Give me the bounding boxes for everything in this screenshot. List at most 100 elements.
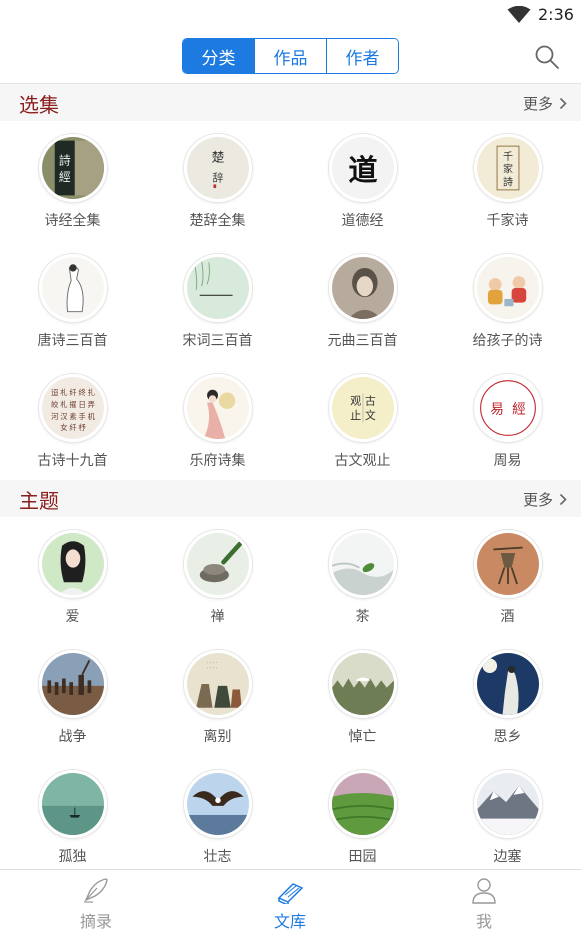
- svg-text:文: 文: [365, 408, 376, 422]
- nav-library[interactable]: 文库: [225, 870, 355, 930]
- svg-text:女: 女: [60, 423, 67, 432]
- svg-text:迢: 迢: [51, 388, 59, 397]
- svg-text:弄: 弄: [88, 400, 95, 409]
- more-link-anthologies[interactable]: 更多: [523, 93, 567, 114]
- grid-item-label: 孤独: [58, 849, 87, 865]
- lady-painting-icon: [184, 374, 252, 442]
- mourning-cranes-icon: [329, 650, 397, 718]
- tang-poet-painting-icon: [39, 254, 107, 322]
- grid-item-label: 悼亡: [348, 729, 377, 745]
- svg-text:观: 观: [350, 394, 361, 407]
- section-title: 选集: [19, 93, 59, 117]
- svg-text:經: 經: [512, 401, 526, 417]
- svg-text:道: 道: [348, 153, 377, 187]
- svg-text:辞: 辞: [213, 171, 224, 185]
- grid-item-label: 道德经: [341, 213, 384, 229]
- frontier-snow-icon: [474, 770, 542, 838]
- chuci-cover-icon: 楚辞: [184, 134, 252, 202]
- svg-text:皎: 皎: [51, 400, 58, 409]
- svg-text:經: 經: [59, 170, 71, 184]
- svg-text:扎: 扎: [88, 388, 95, 397]
- grid-item-label: 给孩子的诗: [472, 333, 543, 349]
- love-portrait-icon: [39, 530, 107, 598]
- grid-item-label: 唐诗三百首: [37, 333, 108, 349]
- section-header-themes: 主题 更多: [0, 480, 581, 517]
- qianjiashi-cover-icon: 千家詩: [474, 134, 542, 202]
- wine-vessel-icon: [474, 530, 542, 598]
- wifi-icon: [507, 6, 531, 23]
- fields-landscape-icon: [329, 770, 397, 838]
- quill-pen-icon: [84, 878, 108, 903]
- bottom-navigation: 摘录 文库 我: [0, 869, 581, 930]
- tab-category[interactable]: 分类: [183, 39, 255, 73]
- section-title: 主题: [19, 489, 59, 513]
- svg-text:· · · ·: · · · ·: [207, 666, 217, 671]
- svg-text:詩: 詩: [59, 153, 71, 167]
- zen-stone-brush-icon: [184, 530, 252, 598]
- tea-leaf-mist-icon: [329, 530, 397, 598]
- grid-item-label: 千家诗: [486, 213, 529, 229]
- more-label: 更多: [522, 95, 553, 113]
- status-bar: 2:36: [0, 0, 581, 32]
- svg-text:终: 终: [78, 388, 86, 397]
- grid-item-label: 楚辞全集: [189, 213, 246, 229]
- lonely-boat-icon: [39, 770, 107, 838]
- svg-text:古: 古: [365, 394, 376, 407]
- grid-item-label: 茶: [355, 609, 370, 625]
- guwen-cover-icon: 古文观止: [329, 374, 397, 442]
- svg-text:日: 日: [78, 400, 85, 409]
- daodejing-cover-icon: 道: [329, 134, 397, 202]
- nav-label: 摘录: [79, 912, 112, 930]
- svg-text:家: 家: [503, 163, 513, 176]
- status-time: 2:36: [538, 5, 574, 24]
- more-link-themes[interactable]: 更多: [523, 489, 567, 510]
- top-header: 分类 作品 作者: [0, 32, 581, 84]
- library-books-icon: [277, 883, 304, 904]
- grid-item-label: 乐府诗集: [189, 453, 246, 469]
- chevron-right-icon: [559, 97, 567, 110]
- grid-item-label: 战争: [58, 729, 87, 745]
- opera-figure-painting-icon: [329, 254, 397, 322]
- calligraphy-scroll-icon: 迢札纤终扎 皎札擢日弄 河汉素手机 女纤杼: [39, 374, 107, 442]
- nav-profile[interactable]: 我: [419, 870, 549, 930]
- grid-item-label: 禅: [210, 609, 225, 625]
- svg-text:· · · ·: · · · ·: [207, 661, 217, 666]
- svg-text:素: 素: [69, 412, 76, 421]
- svg-text:千: 千: [503, 151, 513, 163]
- grid-item-label: 离别: [203, 729, 232, 745]
- app-root: 2:36 分类 作品 作者 选集 更多 詩經 诗经全集 楚 辞 楚辞全集 道 道…: [0, 0, 581, 930]
- svg-text:纤: 纤: [69, 388, 76, 397]
- song-landscape-painting-icon: [184, 254, 252, 322]
- nav-label: 我: [475, 912, 492, 930]
- grid-item-label: 壮志: [203, 849, 232, 865]
- grid-item-label: 思乡: [493, 729, 522, 745]
- homesick-moon-icon: [474, 650, 542, 718]
- person-icon: [472, 878, 496, 904]
- children-painting-icon: [474, 254, 542, 322]
- tab-authors[interactable]: 作者: [327, 39, 398, 73]
- tab-works[interactable]: 作品: [255, 39, 327, 73]
- farewell-figures-icon: · · · · · · · ·: [184, 650, 252, 718]
- svg-text:易: 易: [490, 401, 504, 417]
- eagle-ambition-icon: [184, 770, 252, 838]
- svg-text:札: 札: [60, 388, 67, 397]
- svg-text:楚: 楚: [212, 151, 225, 166]
- more-label: 更多: [522, 491, 553, 509]
- grid-item-label: 爱: [65, 609, 80, 625]
- svg-text:詩: 詩: [503, 176, 513, 188]
- svg-text:汉: 汉: [60, 412, 68, 421]
- search-icon[interactable]: [534, 44, 560, 70]
- grid-item-label: 元曲三百首: [327, 333, 398, 349]
- svg-text:纤: 纤: [69, 423, 76, 432]
- svg-text:札: 札: [60, 400, 67, 409]
- svg-text:手: 手: [78, 412, 85, 421]
- shijing-cover-icon: 詩經: [39, 134, 107, 202]
- nav-excerpts[interactable]: 摘录: [31, 870, 161, 930]
- grid-item-label: 诗经全集: [44, 213, 101, 229]
- section-header-anthologies: 选集 更多: [0, 84, 581, 121]
- grid-item-label: 周易: [493, 453, 522, 469]
- grid-item-label: 古诗十九首: [37, 453, 108, 469]
- grid-item-label: 边塞: [493, 849, 522, 865]
- grid-item-label: 古文观止: [334, 453, 391, 469]
- svg-text:止: 止: [350, 409, 361, 422]
